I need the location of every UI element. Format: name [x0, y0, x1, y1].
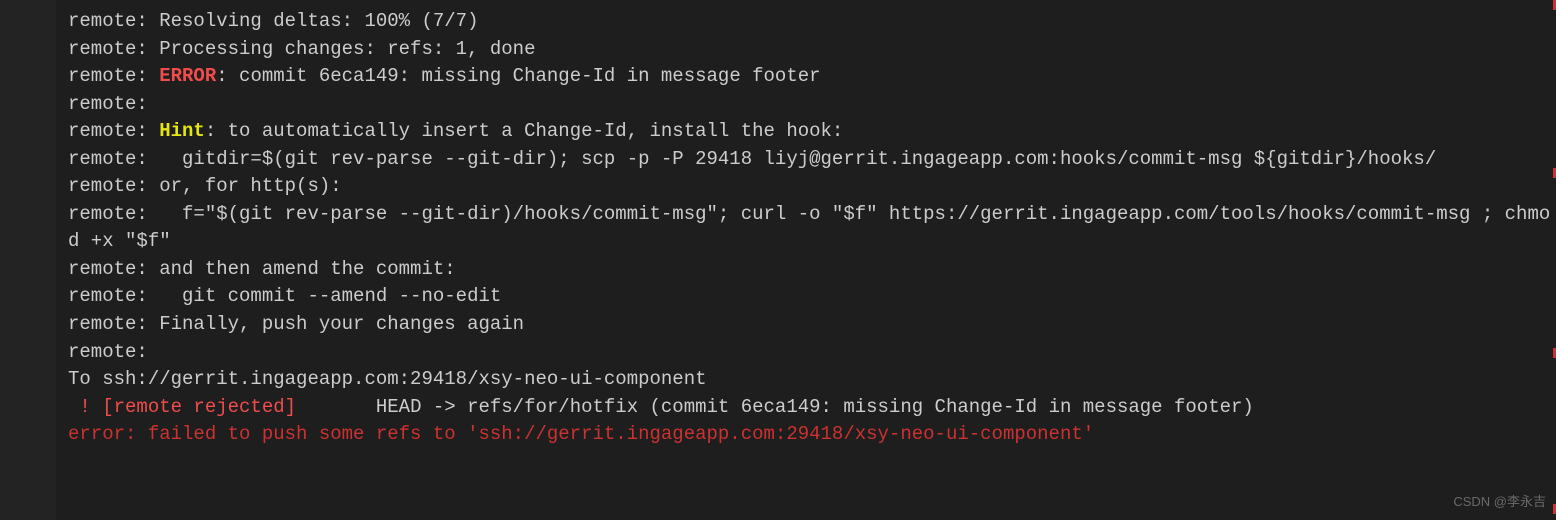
terminal-output[interactable]: remote: Resolving deltas: 100% (7/7) remo… — [0, 0, 1556, 520]
terminal-line: remote: gitdir=$(git rev-parse --git-dir… — [68, 146, 1556, 174]
terminal-text-segment: : to automatically insert a Change-Id, i… — [205, 120, 844, 142]
terminal-line: remote: git commit --amend --no-edit — [68, 283, 1556, 311]
terminal-line: remote: — [68, 91, 1556, 119]
terminal-text-segment: : commit 6eca149: missing Change-Id in m… — [216, 65, 820, 87]
terminal-text-segment: ERROR — [159, 65, 216, 87]
terminal-line: To ssh://gerrit.ingageapp.com:29418/xsy-… — [68, 366, 1556, 394]
editor-gutter — [0, 0, 56, 520]
terminal-line: remote: Hint: to automatically insert a … — [68, 118, 1556, 146]
terminal-text-segment: remote: Processing changes: refs: 1, don… — [68, 38, 535, 60]
terminal-line: remote: Finally, push your changes again — [68, 311, 1556, 339]
terminal-line: ! [remote rejected] HEAD -> refs/for/hot… — [68, 394, 1556, 422]
terminal-text-segment: remote: — [68, 341, 148, 363]
watermark-text: CSDN @李永吉 — [1453, 493, 1546, 512]
terminal-text-segment: error: failed to push some refs to 'ssh:… — [68, 423, 1094, 445]
terminal-line: error: failed to push some refs to 'ssh:… — [68, 421, 1556, 449]
terminal-line: remote: Processing changes: refs: 1, don… — [68, 36, 1556, 64]
terminal-text-segment: ! [remote rejected] — [68, 396, 296, 418]
terminal-text-segment: To ssh://gerrit.ingageapp.com:29418/xsy-… — [68, 368, 707, 390]
terminal-text-segment: remote: Resolving deltas: 100% (7/7) — [68, 10, 478, 32]
terminal-text-segment: remote: and then amend the commit: — [68, 258, 456, 280]
terminal-text-segment: remote: f="$(git rev-parse --git-dir)/ho… — [68, 203, 1550, 253]
terminal-text-segment: remote: gitdir=$(git rev-parse --git-dir… — [68, 148, 1436, 170]
terminal-text-segment: remote: — [68, 65, 159, 87]
terminal-text-segment: HEAD -> refs/for/hotfix (commit 6eca149:… — [296, 396, 1254, 418]
terminal-text-segment: remote: — [68, 120, 159, 142]
terminal-line: remote: f="$(git rev-parse --git-dir)/ho… — [68, 201, 1556, 256]
terminal-line: remote: — [68, 339, 1556, 367]
terminal-line: remote: ERROR: commit 6eca149: missing C… — [68, 63, 1556, 91]
terminal-text-segment: Hint — [159, 120, 205, 142]
terminal-text-segment: remote: — [68, 93, 148, 115]
terminal-text-segment: remote: Finally, push your changes again — [68, 313, 524, 335]
terminal-line: remote: and then amend the commit: — [68, 256, 1556, 284]
terminal-line: remote: or, for http(s): — [68, 173, 1556, 201]
terminal-line: remote: Resolving deltas: 100% (7/7) — [68, 8, 1556, 36]
terminal-text-segment: remote: or, for http(s): — [68, 175, 342, 197]
terminal-content[interactable]: remote: Resolving deltas: 100% (7/7) remo… — [68, 8, 1556, 449]
terminal-text-segment: remote: git commit --amend --no-edit — [68, 285, 501, 307]
